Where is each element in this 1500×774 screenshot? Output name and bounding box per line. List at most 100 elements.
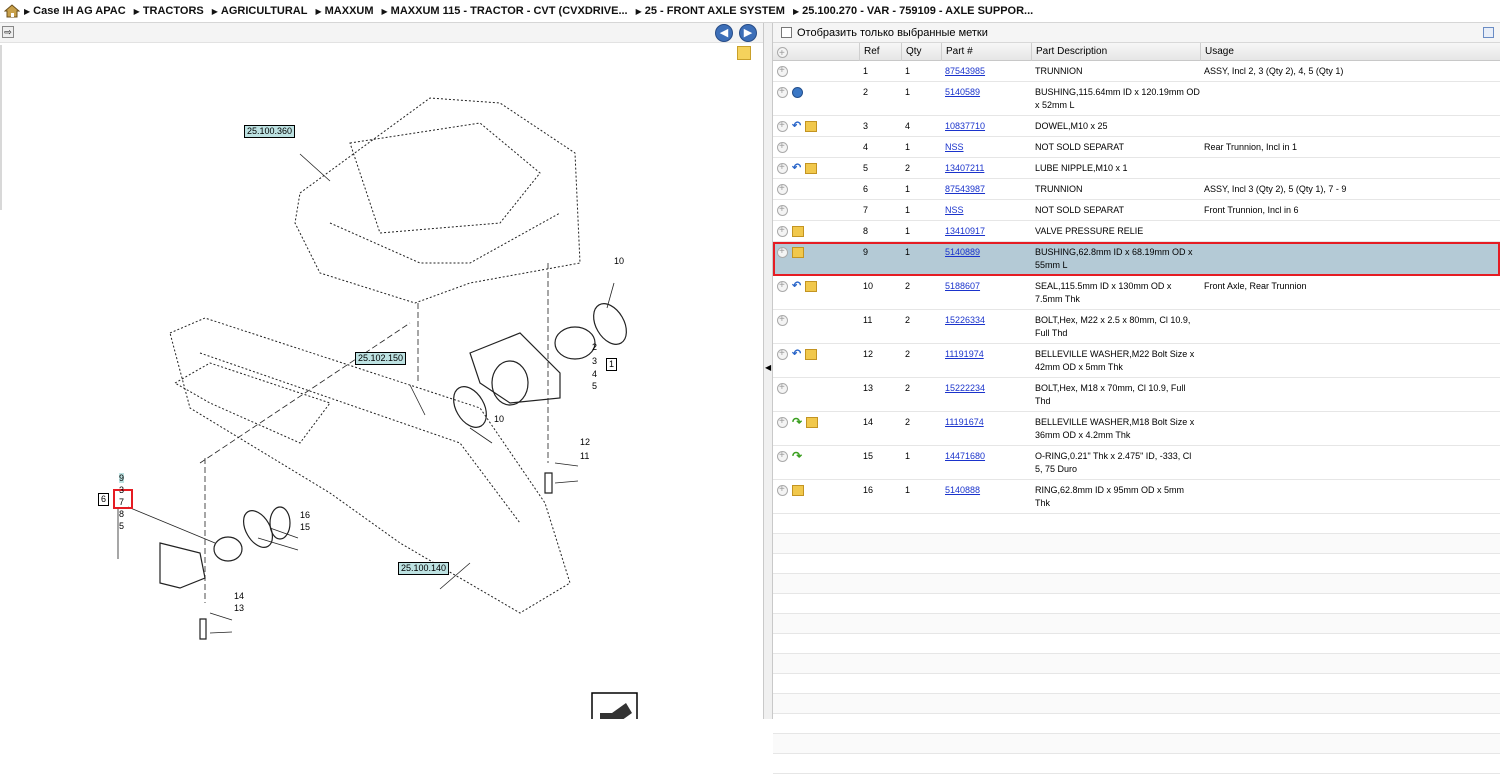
add-to-cart-icon[interactable] <box>777 415 788 429</box>
package-icon[interactable] <box>805 163 818 175</box>
row-part-number[interactable]: 5140889 <box>941 242 1031 275</box>
add-to-cart-icon[interactable] <box>777 313 788 327</box>
part-number-link[interactable]: NSS <box>945 142 964 152</box>
parts-row[interactable]: ↶ 3 4 10837710 DOWEL,M10 x 25 <box>773 116 1500 138</box>
header-usage[interactable]: Usage <box>1200 42 1496 61</box>
ref-label[interactable]: 8 <box>119 509 124 519</box>
part-number-link[interactable]: 10837710 <box>945 121 985 131</box>
return-arrow-icon[interactable]: ↶ <box>792 348 801 361</box>
add-to-cart-icon[interactable] <box>777 119 788 133</box>
parts-row[interactable]: 11 2 15226334 BOLT,Hex, M22 x 2.5 x 80mm, C… <box>773 310 1500 345</box>
ref-label[interactable]: 3 <box>592 356 597 366</box>
add-to-cart-icon[interactable] <box>777 161 788 175</box>
return-arrow-icon[interactable]: ↶ <box>792 162 801 175</box>
row-part-number[interactable]: 87543985 <box>941 61 1031 81</box>
add-to-cart-icon[interactable] <box>777 483 788 497</box>
package-icon[interactable] <box>805 121 818 133</box>
row-part-number[interactable]: 13407211 <box>941 158 1031 178</box>
pane-splitter[interactable]: ◀ <box>763 23 773 719</box>
row-part-number[interactable]: 13410917 <box>941 221 1031 241</box>
row-part-number[interactable]: 5140589 <box>941 82 1031 115</box>
part-number-link[interactable]: 13407211 <box>945 163 984 173</box>
package-icon[interactable] <box>792 226 804 238</box>
ref-label-selected[interactable]: 9 <box>119 473 125 483</box>
collapse-arrow-icon[interactable]: ◀ <box>765 363 771 372</box>
header-ref[interactable]: Ref <box>859 42 901 61</box>
add-to-cart-icon[interactable] <box>777 140 788 154</box>
part-number-link[interactable]: 11191674 <box>945 417 984 427</box>
header-description[interactable]: Part Description <box>1031 42 1200 61</box>
grid-settings-icon[interactable] <box>1483 27 1494 38</box>
add-to-cart-icon[interactable] <box>777 64 788 78</box>
row-part-number[interactable]: NSS <box>941 200 1031 220</box>
add-to-cart-icon[interactable] <box>777 85 788 99</box>
ref-label[interactable]: 2 <box>592 342 597 352</box>
parts-row[interactable]: 2 1 5140589 BUSHING,115.64mm ID x 120.19mm … <box>773 82 1500 116</box>
parts-row[interactable]: 1 1 87543985 TRUNNION ASSY, Incl 2, 3 (Qty 2… <box>773 61 1500 82</box>
ref-label[interactable]: 3 <box>119 485 124 495</box>
add-to-cart-icon[interactable] <box>777 245 788 259</box>
row-part-number[interactable]: 10837710 <box>941 116 1031 136</box>
parts-row[interactable]: 16 1 5140888 RING,62.8mm ID x 95mm OD x 5mm… <box>773 480 1500 515</box>
add-to-cart-icon[interactable] <box>777 381 788 395</box>
breadcrumb-item[interactable]: Case IH AG APAC <box>33 5 126 17</box>
part-number-link[interactable]: 87543987 <box>945 184 985 194</box>
part-number-link[interactable]: 5140889 <box>945 247 980 257</box>
part-number-link[interactable]: 11191974 <box>945 349 984 359</box>
parts-row[interactable]: 7 1 NSS NOT SOLD SEPARAT Front Trunnion, Inc… <box>773 200 1500 222</box>
parts-row[interactable]: 8 1 13410917 VALVE PRESSURE RELIE <box>773 221 1500 243</box>
parts-row[interactable]: 9 1 5140889 BUSHING,62.8mm ID x 68.19mm OD … <box>773 242 1500 277</box>
ref-label[interactable]: 16 <box>300 510 310 520</box>
add-to-cart-icon[interactable] <box>777 449 788 463</box>
ref-label[interactable]: 12 <box>580 437 590 447</box>
ref-label[interactable]: 5 <box>119 521 124 531</box>
ref-label-group[interactable]: 6 <box>98 493 110 506</box>
part-number-link[interactable]: 15222234 <box>945 383 985 393</box>
package-icon[interactable] <box>806 417 819 429</box>
parts-row[interactable]: ↷ 15 1 14471680 O-RING,0.21" Thk x 2.475" ID… <box>773 446 1500 481</box>
add-to-cart-icon[interactable] <box>777 203 788 217</box>
header-qty[interactable]: Qty <box>901 42 941 61</box>
ref-label[interactable]: 5 <box>592 381 597 391</box>
breadcrumb-item[interactable]: 25.100.270 - VAR - 759109 - AXLE SUPPOR.… <box>802 5 1033 17</box>
parts-row[interactable]: ↶ 5 2 13407211 LUBE NIPPLE,M10 x 1 <box>773 158 1500 180</box>
part-number-link[interactable]: 87543985 <box>945 66 985 76</box>
row-part-number[interactable]: 87543987 <box>941 179 1031 199</box>
add-to-cart-icon[interactable] <box>777 347 788 361</box>
callout-axle[interactable]: 25.100.140 <box>398 562 450 575</box>
add-to-cart-icon[interactable] <box>777 224 788 238</box>
package-icon[interactable] <box>805 349 818 361</box>
breadcrumb-item[interactable]: 25 - FRONT AXLE SYSTEM <box>645 5 785 17</box>
parts-row[interactable]: 4 1 NSS NOT SOLD SEPARAT Rear Trunnion, Incl… <box>773 137 1500 159</box>
part-number-link[interactable]: 5140888 <box>945 485 980 495</box>
part-number-link[interactable]: 14471680 <box>945 451 985 461</box>
parts-row[interactable]: 6 1 87543987 TRUNNION ASSY, Incl 3 (Qty 2), … <box>773 179 1500 201</box>
ref-label-group[interactable]: 1 <box>606 358 618 371</box>
green-arrow-icon[interactable]: ↷ <box>792 450 802 463</box>
callout-rear-trunnion[interactable]: 25.102.150 <box>355 352 407 365</box>
add-to-cart-icon[interactable] <box>777 182 788 196</box>
globe-icon[interactable] <box>792 87 803 99</box>
ref-label[interactable]: 13 <box>234 603 244 613</box>
parts-row[interactable]: ↶ 10 2 5188607 SEAL,115.5mm ID x 130mm OD x … <box>773 276 1500 311</box>
return-arrow-icon[interactable]: ↶ <box>792 280 801 293</box>
ref-label[interactable]: 7 <box>119 497 124 507</box>
package-icon[interactable] <box>792 247 804 259</box>
row-part-number[interactable]: 5188607 <box>941 276 1031 309</box>
package-icon[interactable] <box>805 281 818 293</box>
callout-frame[interactable]: 25.100.360 <box>244 125 296 138</box>
row-part-number[interactable]: 15222234 <box>941 378 1031 411</box>
ref-label[interactable]: 10 <box>614 256 624 266</box>
parts-row[interactable]: 13 2 15222234 BOLT,Hex, M18 x 70mm, Cl 10.9… <box>773 378 1500 413</box>
row-part-number[interactable]: 14471680 <box>941 446 1031 479</box>
header-select[interactable] <box>773 43 859 61</box>
home-icon[interactable] <box>3 4 21 18</box>
row-part-number[interactable]: 5140888 <box>941 480 1031 513</box>
ref-label[interactable]: 10 <box>494 414 504 424</box>
breadcrumb-item[interactable]: TRACTORS <box>143 5 204 17</box>
row-part-number[interactable]: NSS <box>941 137 1031 157</box>
show-selected-checkbox[interactable] <box>781 27 792 38</box>
row-part-number[interactable]: 11191674 <box>941 412 1031 445</box>
part-number-link[interactable]: 5188607 <box>945 281 980 291</box>
part-number-link[interactable]: 5140589 <box>945 87 980 97</box>
